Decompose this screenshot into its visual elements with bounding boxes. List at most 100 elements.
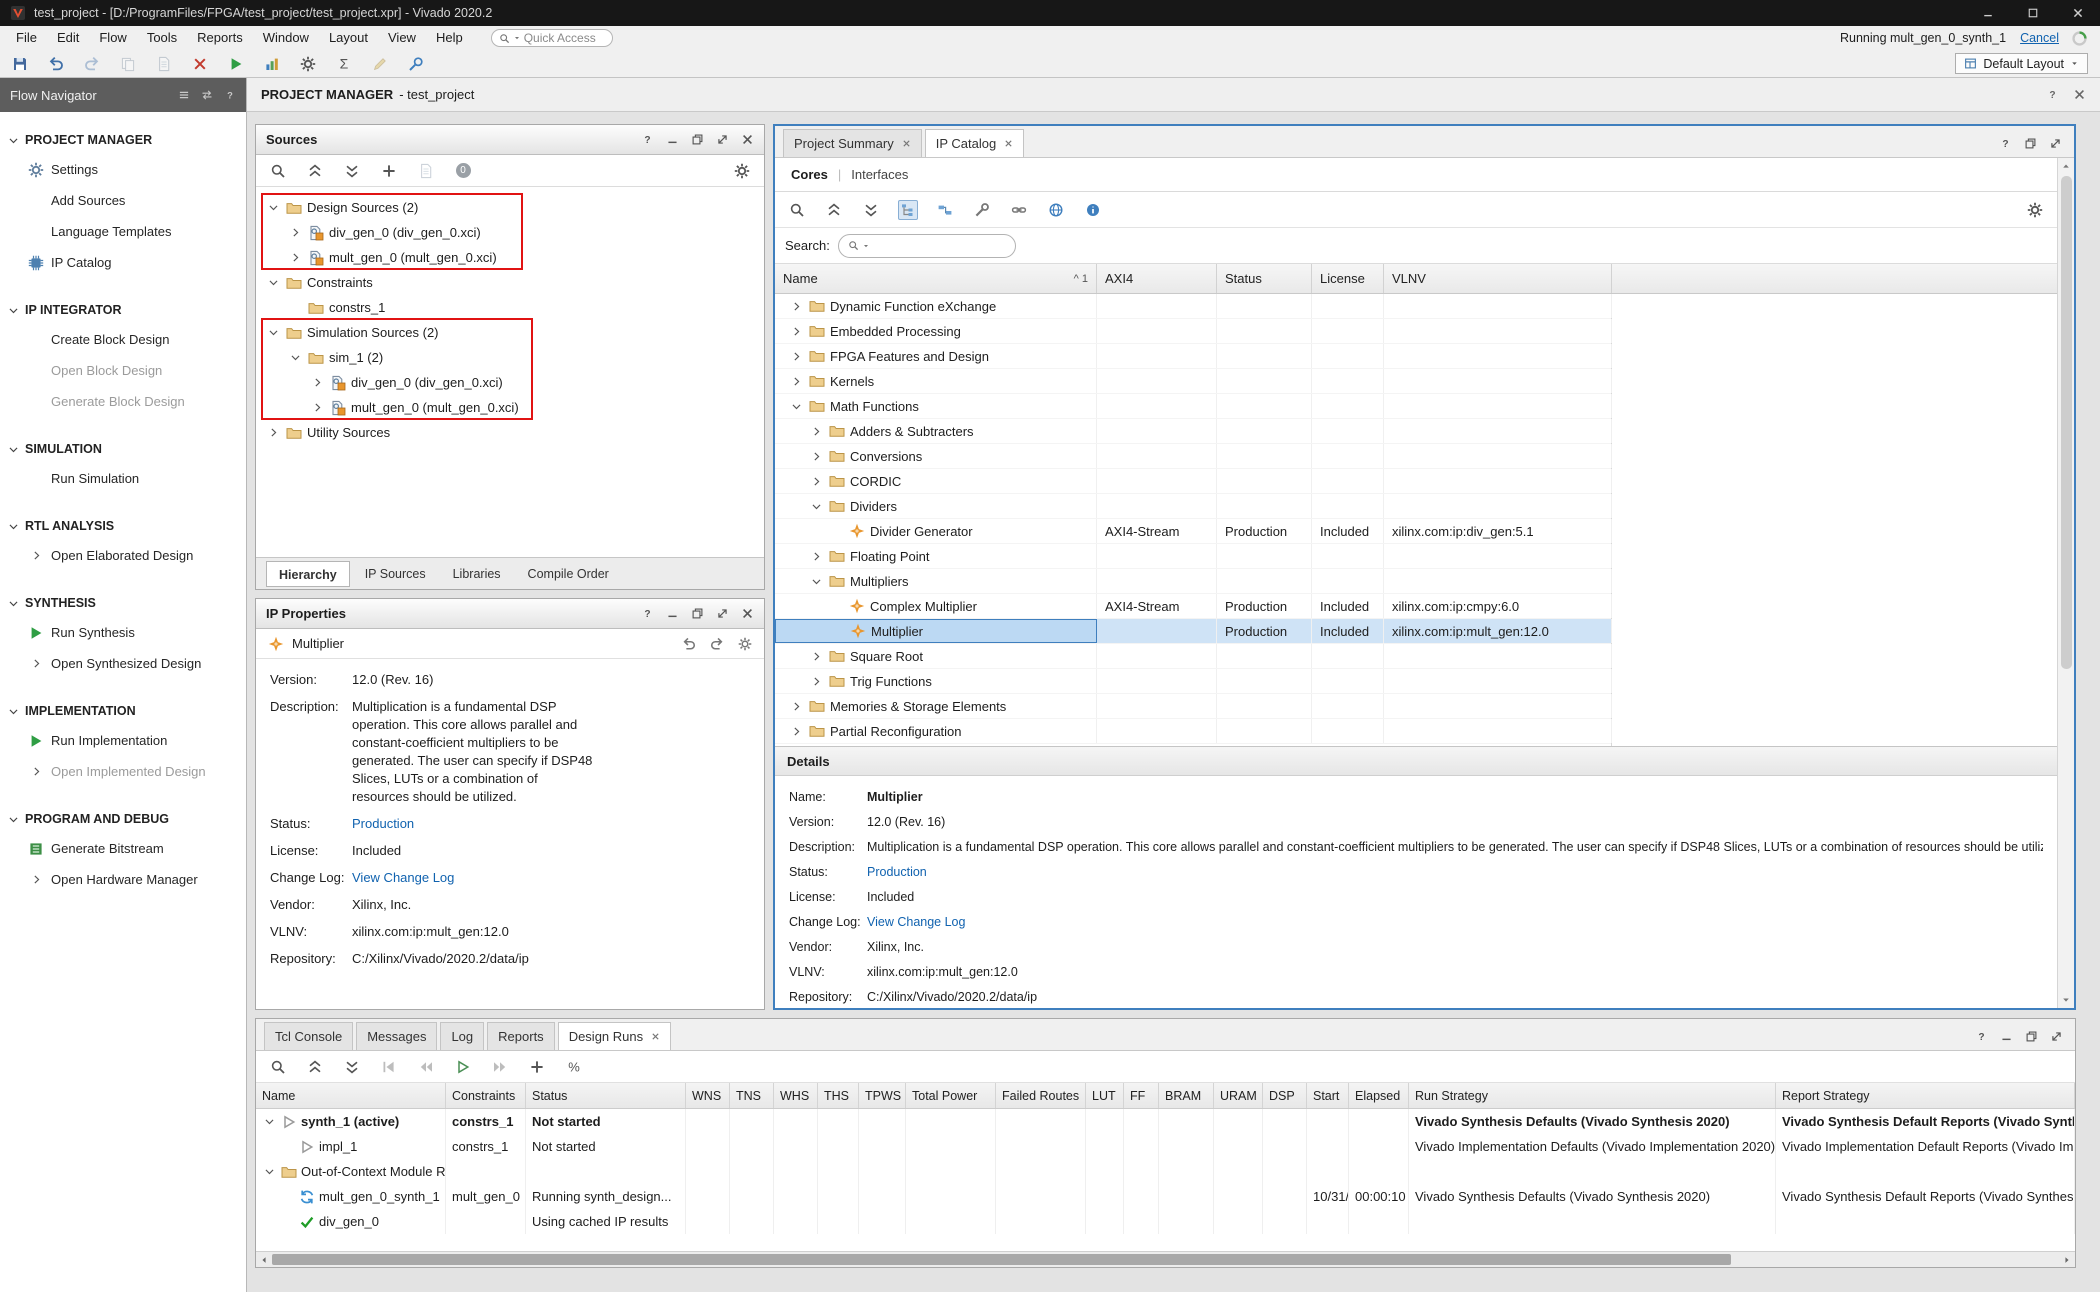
minimize-button[interactable] — [666, 607, 679, 620]
tree-item-div-gen-0-div-gen-0-xci[interactable]: div_gen_0 (div_gen_0.xci) — [256, 370, 764, 395]
minimize-button[interactable] — [666, 133, 679, 146]
column-header-tpws[interactable]: TPWS — [859, 1083, 906, 1108]
catalog-row-trig-functions[interactable]: Trig Functions — [775, 669, 1611, 694]
scrollbar-thumb[interactable] — [2061, 176, 2072, 669]
column-header-uram[interactable]: URAM — [1214, 1083, 1263, 1108]
search-button[interactable] — [268, 161, 288, 181]
back-arrow-icon[interactable] — [682, 637, 696, 651]
property-value[interactable]: Production — [352, 815, 414, 833]
menu-window[interactable]: Window — [253, 26, 319, 50]
flow-item-open-synthesized-design[interactable]: Open Synthesized Design — [0, 648, 246, 679]
chevron-down-icon[interactable] — [266, 200, 281, 215]
expander-icon[interactable] — [809, 674, 824, 689]
expander-icon[interactable] — [809, 649, 824, 664]
flow-item-generate-bitstream[interactable]: Generate Bitstream — [0, 833, 246, 864]
edit-properties-button[interactable] — [416, 161, 436, 181]
tab-log[interactable]: Log — [440, 1022, 484, 1050]
column-header-license[interactable]: License — [1312, 264, 1384, 293]
scroll-left-button[interactable] — [256, 1252, 272, 1267]
tab-project-summary[interactable]: Project Summary — [783, 129, 922, 157]
column-header-name[interactable]: Name — [256, 1083, 446, 1108]
flow-section-header[interactable]: SYNTHESIS — [0, 589, 246, 617]
run-row-synth-1-active[interactable]: synth_1 (active)constrs_1Not startedViva… — [256, 1109, 2075, 1134]
chevron-down-icon[interactable] — [266, 275, 281, 290]
chevron-right-icon[interactable] — [288, 225, 303, 240]
menu-bars-icon[interactable] — [178, 89, 190, 101]
expander-icon[interactable] — [789, 324, 804, 339]
catalog-row-embedded-processing[interactable]: Embedded Processing — [775, 319, 1611, 344]
catalog-row-multiplier[interactable]: MultiplierProductionIncludedxilinx.com:i… — [775, 619, 1611, 644]
quick-access-search[interactable]: Quick Access — [491, 29, 613, 47]
ip-interfaces-button[interactable] — [1009, 200, 1029, 220]
catalog-row-kernels[interactable]: Kernels — [775, 369, 1611, 394]
go-to-first-button[interactable] — [379, 1057, 399, 1077]
window-close-button[interactable] — [2055, 0, 2100, 26]
close-icon[interactable] — [651, 1032, 660, 1041]
column-header-tns[interactable]: TNS — [730, 1083, 774, 1108]
catalog-row-memories-storage-elements[interactable]: Memories & Storage Elements — [775, 694, 1611, 719]
column-header-whs[interactable]: WHS — [774, 1083, 818, 1108]
save-project-button[interactable] — [10, 54, 30, 74]
help-button[interactable] — [2046, 88, 2059, 101]
chevron-right-icon[interactable] — [266, 425, 281, 440]
tree-item-simulation-sources-2[interactable]: Simulation Sources (2) — [256, 320, 764, 345]
column-header-vlnv[interactable]: VLNV — [1384, 264, 1612, 293]
scroll-down-button[interactable] — [2058, 992, 2074, 1008]
flow-section-header[interactable]: PROJECT MANAGER — [0, 126, 246, 154]
run-row-mult-gen-0-synth-1[interactable]: mult_gen_0_synth_1mult_gen_0Running synt… — [256, 1184, 2075, 1209]
help-button[interactable] — [1999, 137, 2012, 150]
tree-item-design-sources-2[interactable]: Design Sources (2) — [256, 195, 764, 220]
column-header-name[interactable]: Name^ 1 — [775, 264, 1097, 293]
forward-arrow-icon[interactable] — [710, 637, 724, 651]
expand-all-button[interactable] — [861, 200, 881, 220]
step-back-button[interactable] — [416, 1057, 436, 1077]
scroll-right-button[interactable] — [2059, 1252, 2075, 1267]
ip-info-button[interactable] — [1083, 200, 1103, 220]
flow-item-generate-block-design[interactable]: Generate Block Design — [0, 386, 246, 417]
reports-button[interactable] — [262, 54, 282, 74]
edit-button[interactable] — [370, 54, 390, 74]
flow-item-run-synthesis[interactable]: Run Synthesis — [0, 617, 246, 648]
flow-item-language-templates[interactable]: Language Templates — [0, 216, 246, 247]
float-button[interactable] — [2025, 1030, 2038, 1043]
debug-probe-button[interactable] — [406, 54, 426, 74]
flow-item-open-hardware-manager[interactable]: Open Hardware Manager — [0, 864, 246, 895]
tree-item-div-gen-0-div-gen-0-xci[interactable]: div_gen_0 (div_gen_0.xci) — [256, 220, 764, 245]
help-button[interactable] — [641, 607, 654, 620]
add-design-tool-button[interactable] — [935, 200, 955, 220]
column-header-wns[interactable]: WNS — [686, 1083, 730, 1108]
gear-icon[interactable] — [738, 637, 752, 651]
catalog-row-math-functions[interactable]: Math Functions — [775, 394, 1611, 419]
tab-libraries[interactable]: Libraries — [441, 561, 513, 587]
menu-reports[interactable]: Reports — [187, 26, 253, 50]
column-header-status[interactable]: Status — [526, 1083, 686, 1108]
copy-button[interactable] — [118, 54, 138, 74]
collapse-all-button[interactable] — [305, 1057, 325, 1077]
catalog-row-conversions[interactable]: Conversions — [775, 444, 1611, 469]
flow-section-header[interactable]: RTL ANALYSIS — [0, 512, 246, 540]
column-header-start[interactable]: Start — [1307, 1083, 1349, 1108]
expander-icon[interactable] — [809, 499, 824, 514]
column-header-failed-routes[interactable]: Failed Routes — [996, 1083, 1086, 1108]
tab-hierarchy[interactable]: Hierarchy — [266, 561, 350, 587]
help-button[interactable] — [1975, 1030, 1988, 1043]
close-icon[interactable] — [902, 139, 911, 148]
column-header-elapsed[interactable]: Elapsed — [1349, 1083, 1409, 1108]
run-button[interactable] — [453, 1057, 473, 1077]
close-icon[interactable] — [1004, 139, 1013, 148]
expander-icon[interactable] — [789, 399, 804, 414]
tab-reports[interactable]: Reports — [487, 1022, 555, 1050]
undo-button[interactable] — [46, 54, 66, 74]
search-button[interactable] — [268, 1057, 288, 1077]
column-header-ths[interactable]: THS — [818, 1083, 859, 1108]
property-value[interactable]: View Change Log — [352, 869, 454, 887]
web-docs-button[interactable] — [1046, 200, 1066, 220]
expander-icon[interactable] — [809, 449, 824, 464]
redo-button[interactable] — [82, 54, 102, 74]
expander-icon[interactable] — [789, 299, 804, 314]
column-header-ff[interactable]: FF — [1124, 1083, 1159, 1108]
tab-tcl-console[interactable]: Tcl Console — [264, 1022, 353, 1050]
collapse-all-button[interactable] — [824, 200, 844, 220]
catalog-row-complex-multiplier[interactable]: Complex MultiplierAXI4-StreamProductionI… — [775, 594, 1611, 619]
cancel-link[interactable]: Cancel — [2020, 31, 2059, 45]
